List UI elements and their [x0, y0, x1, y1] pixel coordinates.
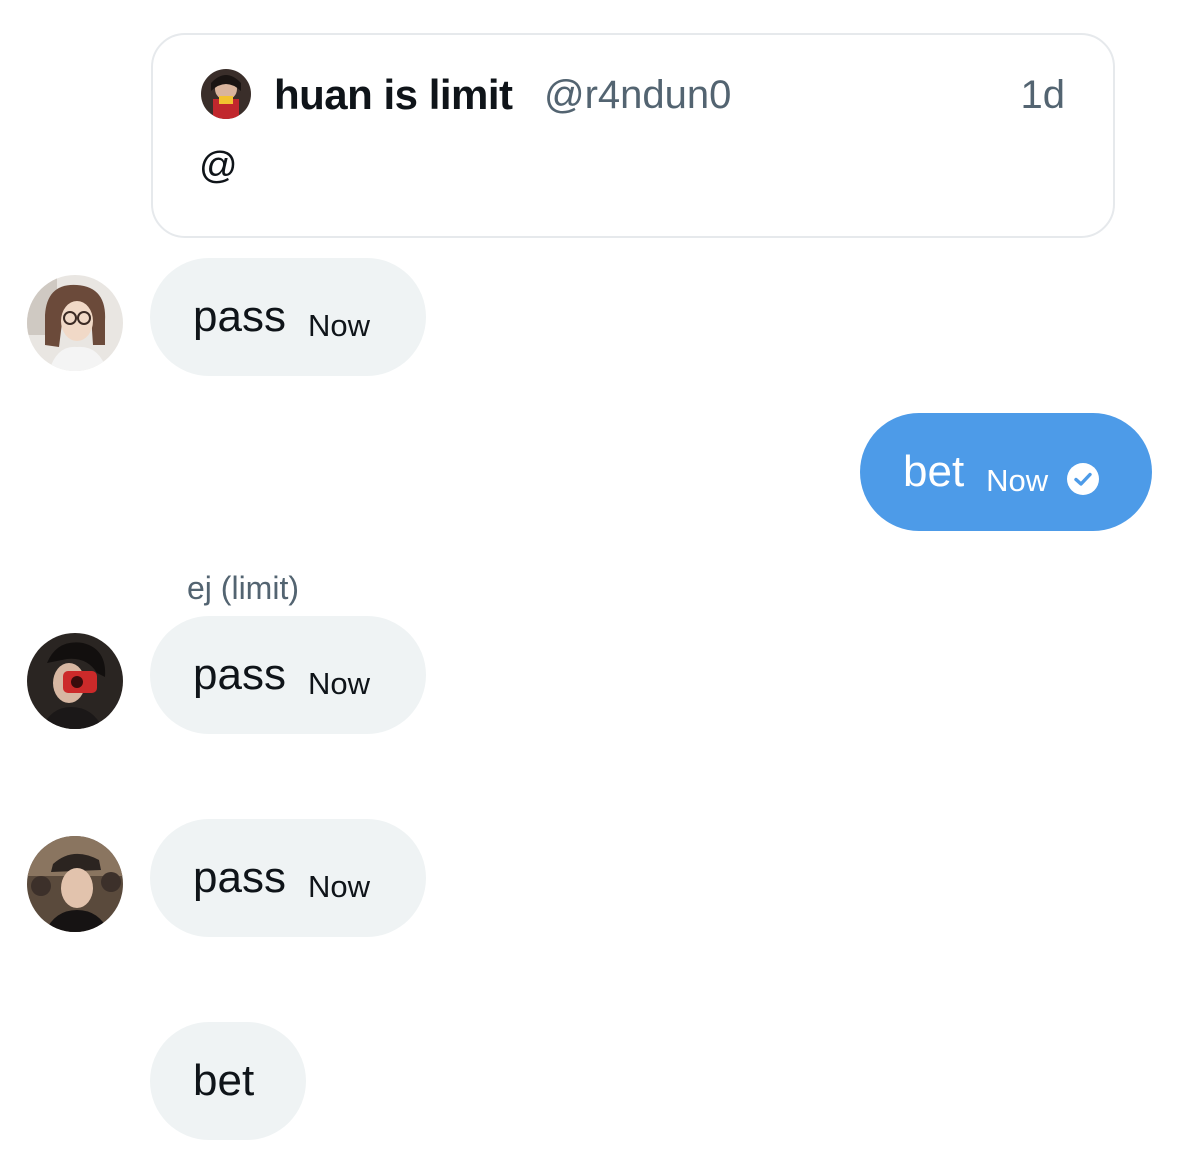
sender-avatar[interactable]: [27, 275, 123, 371]
message-time: Now: [307, 666, 370, 701]
quoted-tweet-time: 1d: [1020, 73, 1066, 117]
message-bubble-outgoing[interactable]: bet Now: [860, 413, 1152, 531]
message-text: pass: [193, 853, 286, 902]
message-time: Now: [986, 463, 1049, 498]
quoted-tweet-card[interactable]: huan is limit @r4ndun0 1d @: [151, 33, 1115, 238]
check-circle-icon: [1067, 463, 1100, 495]
sender-name: ej (limit): [187, 570, 299, 606]
message-bubble[interactable]: pass Now: [150, 819, 426, 937]
message-text: bet: [193, 1056, 255, 1105]
message-text: pass: [193, 292, 286, 341]
message-bubble[interactable]: pass Now: [150, 616, 426, 734]
quoted-tweet-text: @: [199, 145, 238, 187]
message-text: pass: [193, 650, 286, 699]
quoted-author-avatar[interactable]: [201, 69, 251, 119]
message-bubble[interactable]: bet: [150, 1022, 306, 1140]
message-text: bet: [903, 447, 965, 496]
sender-avatar[interactable]: [27, 836, 123, 932]
quoted-author-name: huan is limit: [274, 71, 513, 118]
message-time: Now: [307, 869, 370, 904]
message-bubble[interactable]: pass Now: [150, 258, 426, 376]
sender-avatar[interactable]: [27, 633, 123, 729]
quoted-author-handle: @r4ndun0: [544, 73, 732, 117]
message-time: Now: [307, 308, 370, 343]
